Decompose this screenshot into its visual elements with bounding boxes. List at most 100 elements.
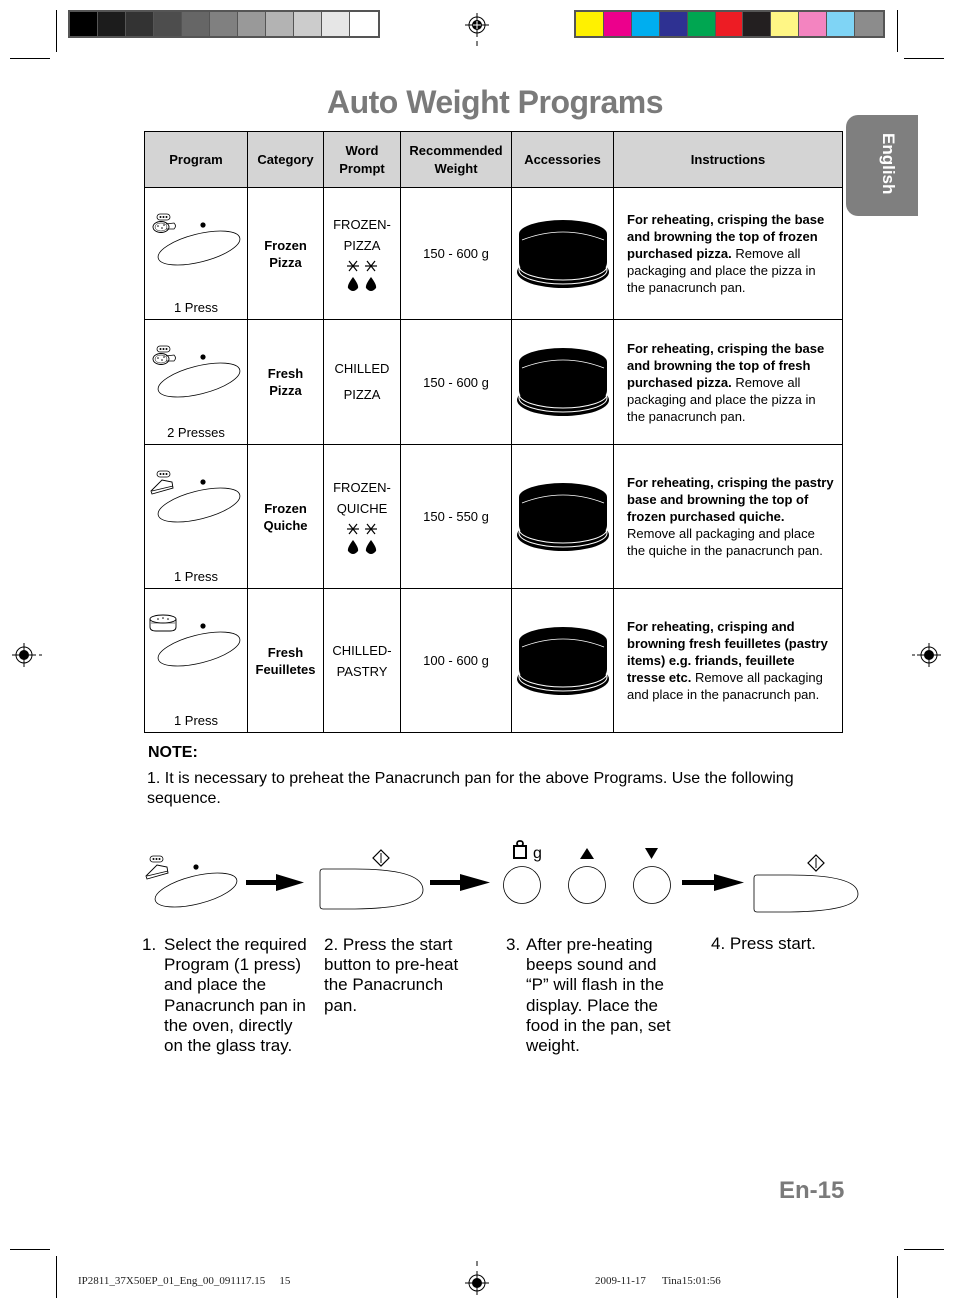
table-row: 2 Presses Fresh Pizza CHILLED PIZZA 150 - 600… <box>144 319 843 445</box>
trim-mark <box>904 58 944 59</box>
grayscale-swatch <box>98 12 126 36</box>
word-prompt-line2: QUICHE <box>336 500 388 516</box>
weight-unit-label: g <box>533 845 542 862</box>
grayscale-swatch <box>266 12 294 36</box>
quiche-program-button-icon <box>145 855 238 908</box>
arrow-right-icon <box>246 874 304 891</box>
category-cell: Fresh Feuilletes <box>247 588 324 733</box>
process-swatch <box>715 12 744 36</box>
registration-mark-icon <box>465 13 489 46</box>
header-word-prompt-line2: Prompt <box>339 160 385 176</box>
feuillete-icon <box>149 614 241 667</box>
step-text-body: Press the start button to pre-heat the P… <box>324 935 459 1015</box>
footer-time: Tina15:01:56 <box>661 1275 721 1287</box>
word-prompt-line1: FROZEN- <box>333 216 391 232</box>
process-swatch <box>687 12 716 36</box>
instructions-bold: For reheating, crisping the pastry base … <box>627 475 834 524</box>
header-program: Program <box>144 131 248 188</box>
registration-mark-icon <box>12 643 42 667</box>
footer-file: IP2811_37X50EP_01_Eng_00_091117.15 15 <box>78 1275 290 1287</box>
grayscale-swatch <box>210 12 238 36</box>
registration-mark-icon <box>465 1261 489 1295</box>
word-prompt-cell: FROZEN- QUICHE <box>323 444 401 589</box>
trim-mark <box>10 58 50 59</box>
press-count: 1 Press <box>173 300 219 315</box>
trim-mark <box>56 10 57 52</box>
footer-date: 2009-11-17 <box>595 1275 646 1287</box>
trim-mark <box>897 10 898 52</box>
category-cell: Frozen Quiche <box>247 444 324 589</box>
process-color-bar <box>574 10 885 38</box>
header-weight-line1: Recommended <box>409 142 503 158</box>
category-line1: Frozen <box>264 237 307 253</box>
weight-cell: 150 - 600 g <box>400 187 512 320</box>
note-title: NOTE: <box>148 744 198 761</box>
word-prompt-cell: FROZEN- PIZZA <box>323 187 401 320</box>
trim-mark <box>56 1256 57 1298</box>
accessory-cell <box>511 187 614 320</box>
category-line2: Feuilletes <box>255 661 316 677</box>
arrow-right-icon <box>430 874 490 891</box>
table-row: 1 Press Frozen Quiche FROZEN- QUICHE 150 - 55… <box>144 444 843 589</box>
step-text-body: Press start. <box>729 934 816 953</box>
process-swatch <box>576 12 604 36</box>
program-cell: 1 Press <box>144 444 248 589</box>
page-title: Auto Weight Programs <box>326 84 664 120</box>
instructions-cell: For reheating, crisping the pastry base … <box>613 444 843 589</box>
category-cell: Frozen Pizza <box>247 187 324 320</box>
weight-button-icon: g <box>503 840 542 904</box>
sequence-step-4: 4. Press start. <box>711 934 841 954</box>
sequence-step-3: 3. After pre-heating beeps sound and “P”… <box>506 935 676 1056</box>
program-cell: 2 Presses <box>144 319 248 445</box>
header-instructions: Instructions <box>613 131 843 188</box>
quiche-icon <box>150 470 241 523</box>
frozen-food-icon <box>347 523 377 554</box>
category-line1: Frozen <box>264 500 307 516</box>
grayscale-swatch <box>70 12 98 36</box>
category-line2: Pizza <box>269 383 302 398</box>
arrow-right-icon <box>682 874 744 891</box>
accessory-cell <box>511 588 614 733</box>
grayscale-swatch <box>322 12 350 36</box>
step-number: 1. <box>142 935 157 954</box>
footer-sheet: 15 <box>279 1275 291 1287</box>
weight-cell: 100 - 600 g <box>400 588 512 733</box>
process-swatch <box>855 12 883 36</box>
step-text: Select the required Program (1 press) an… <box>164 935 307 1056</box>
process-swatch <box>799 12 828 36</box>
header-word-prompt: Word Prompt <box>323 131 401 188</box>
footer-timestamp: 2009-11-17 Tina15:01:56 <box>595 1275 721 1287</box>
instructions-cell: For reheating, crisping the base and bro… <box>613 319 843 445</box>
category-line2: Quiche <box>263 517 308 533</box>
page-number: En-15 <box>779 1177 845 1204</box>
word-prompt-line2: PASTRY <box>336 663 388 679</box>
panacrunch-pan-icon <box>516 348 609 416</box>
pizza-icon <box>152 345 241 398</box>
step-number: 4. <box>711 934 726 953</box>
panacrunch-pan-icon <box>516 219 609 288</box>
grayscale-swatch <box>238 12 266 36</box>
instructions-cell: For reheating, crisping the base and bro… <box>613 187 843 320</box>
preheat-sequence-diagram: g <box>145 840 859 913</box>
category-cell: Fresh Pizza <box>247 319 324 445</box>
trim-mark <box>897 1256 898 1298</box>
process-swatch <box>827 12 856 36</box>
step-text: 2. Press the start button to pre-heat th… <box>324 935 474 1016</box>
word-prompt-cell: CHILLED- PASTRY <box>323 588 401 733</box>
auto-weight-programs-table: Program Category Word Prompt Recommended W… <box>144 131 843 733</box>
panacrunch-pan-icon <box>516 626 609 695</box>
word-prompt-line1: CHILLED <box>334 361 390 376</box>
process-swatch <box>603 12 632 36</box>
table-row: 1 Press Frozen Pizza FROZEN- PIZZA 150 - 600 … <box>144 187 843 320</box>
word-prompt-line1: FROZEN- <box>333 479 391 495</box>
word-prompt-cell: CHILLED PIZZA <box>323 319 401 445</box>
frozen-food-icon <box>347 260 377 291</box>
grayscale-swatch <box>294 12 322 36</box>
accessory-cell <box>511 444 614 589</box>
header-accessories: Accessories <box>511 131 614 188</box>
step-number: 3. <box>506 935 521 954</box>
header-recommended-weight: Recommended Weight <box>400 131 512 188</box>
process-swatch <box>659 12 688 36</box>
step-text: 4. Press start. <box>711 934 841 954</box>
trim-mark <box>10 1249 50 1250</box>
